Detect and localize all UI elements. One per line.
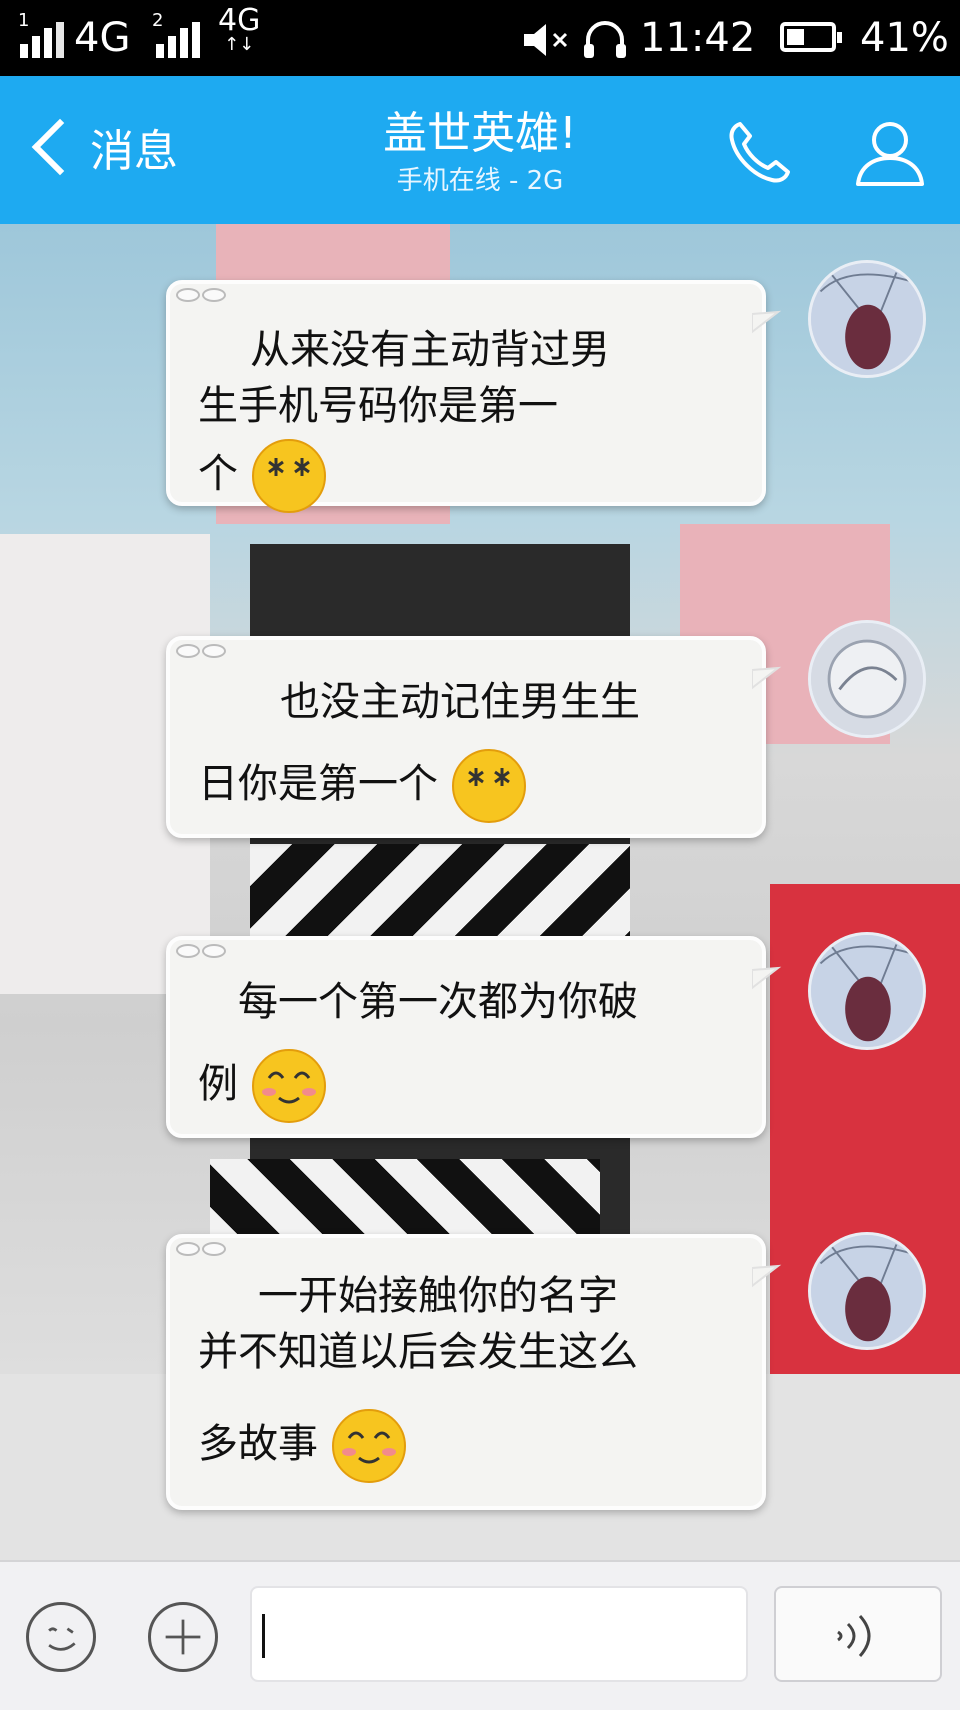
user-avatar[interactable] — [808, 932, 926, 1050]
message-text-line: 从来没有主动背过男 — [250, 327, 610, 373]
emoji-face-icon[interactable] — [26, 1602, 96, 1672]
profile-icon[interactable] — [852, 114, 928, 190]
message-text-line: 多故事 — [198, 1421, 318, 1467]
message-text-line: 一开始接触你的名字 — [258, 1273, 618, 1319]
back-button[interactable]: 消息 — [28, 112, 178, 182]
bubble-decoration-icon — [176, 644, 228, 658]
message-bubble[interactable]: 一开始接触你的名字 并不知道以后会发生这么 多故事 — [166, 1234, 782, 1510]
smiling-face-emoji — [331, 1409, 406, 1483]
chat-header: 消息 盖世英雄! 手机在线 - 2G — [0, 76, 960, 224]
dizzy-face-emoji — [251, 439, 326, 513]
bubble-tail-icon — [752, 666, 782, 690]
message-text-line-with-emoji: 多故事 — [198, 1404, 407, 1484]
online-status: 手机在线 - 2G — [396, 166, 564, 196]
message-bubble[interactable]: 也没主动记住男生生 日你是第一个 — [166, 636, 782, 838]
plus-icon[interactable] — [148, 1602, 218, 1672]
clock: 11:42 — [640, 15, 756, 61]
voice-wave-icon — [837, 1614, 871, 1658]
message-bubble[interactable]: 每一个第一次都为你破 例 — [166, 936, 782, 1138]
sim2-network: 4G ↑↓ — [218, 6, 260, 54]
message-text-line: 生手机号码你是第一 — [198, 383, 558, 429]
message-text-line-with-emoji: 例 — [198, 1044, 327, 1124]
headset-icon — [584, 21, 626, 58]
message-text-line-with-emoji: 个 — [198, 434, 327, 514]
bubble-decoration-icon — [176, 288, 228, 302]
dizzy-face-emoji — [451, 749, 526, 823]
sim2-index: 2 — [152, 10, 164, 31]
status-bar: 1 4G 2 4G ↑↓ 11:42 41% — [0, 0, 960, 76]
message-text-line-with-emoji: 日你是第一个 — [198, 744, 527, 824]
voice-button[interactable] — [774, 1586, 942, 1682]
message-input[interactable] — [250, 1586, 748, 1682]
message-text-line: 日你是第一个 — [198, 761, 438, 807]
contact-name: 盖世英雄! — [383, 108, 577, 159]
bubble-tail-icon — [752, 966, 782, 990]
message-text-line: 每一个第一次都为你破 — [238, 979, 638, 1025]
input-bar — [0, 1560, 960, 1710]
battery-percent: 41% — [860, 15, 949, 61]
bubble-tail-icon — [752, 1264, 782, 1288]
mute-icon — [524, 24, 568, 56]
battery-icon — [780, 22, 842, 52]
bubble-tail-icon — [752, 310, 782, 334]
message-bubble[interactable]: 从来没有主动背过男 生手机号码你是第一 个 — [166, 280, 782, 513]
smiling-face-emoji — [251, 1049, 326, 1123]
chat-area: 从来没有主动背过男 生手机号码你是第一 个 也没主动记住男生生 日你是第一个 每… — [0, 224, 960, 1560]
text-cursor — [262, 1614, 265, 1658]
back-chevron-icon — [31, 118, 89, 176]
sim2-network-label: 4G — [218, 3, 261, 38]
message-text-line: 并不知道以后会发生这么 — [198, 1329, 638, 1375]
user-avatar[interactable] — [808, 620, 926, 738]
sim1-network: 4G — [74, 15, 131, 61]
phone-icon[interactable] — [722, 114, 798, 190]
back-label: 消息 — [90, 126, 178, 177]
data-arrows: ↑↓ — [224, 34, 255, 55]
message-text-line: 例 — [198, 1061, 238, 1107]
user-avatar[interactable] — [808, 260, 926, 378]
message-text-line: 也没主动记住男生生 — [280, 679, 640, 725]
bubble-decoration-icon — [176, 1242, 228, 1256]
message-text-line: 个 — [198, 451, 238, 497]
sim1-index: 1 — [18, 10, 30, 31]
bubble-decoration-icon — [176, 944, 228, 958]
user-avatar[interactable] — [808, 1232, 926, 1350]
